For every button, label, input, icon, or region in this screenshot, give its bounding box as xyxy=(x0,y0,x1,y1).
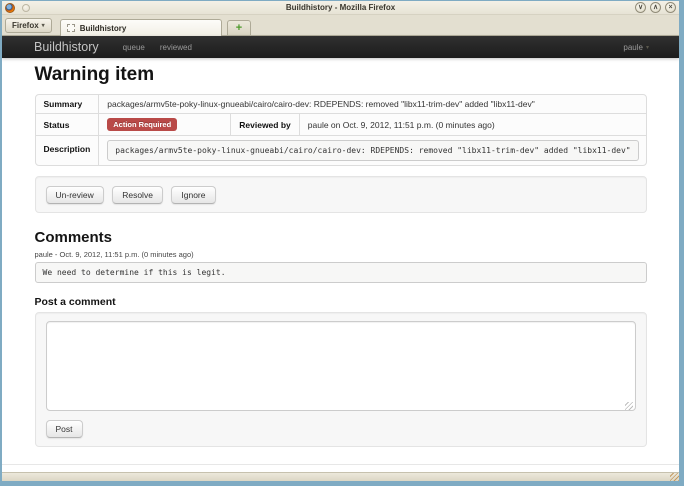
status-label: Status xyxy=(36,114,99,136)
comments-heading: Comments xyxy=(35,229,647,246)
user-menu[interactable]: paule ▾ xyxy=(623,43,649,52)
firefox-menu-button[interactable]: Firefox ▾ xyxy=(5,18,52,33)
reviewed-by-label: Reviewed by xyxy=(231,114,300,136)
status-cell: Action Required xyxy=(99,114,231,136)
footer-divider xyxy=(2,464,679,465)
window-controls: ∨ ∧ × xyxy=(635,2,676,13)
reviewed-by-value: paule on Oct. 9, 2012, 11:51 p.m. (0 min… xyxy=(299,114,646,136)
os-window-frame: Buildhistory - Mozilla Firefox ∨ ∧ × Fir… xyxy=(0,0,684,486)
post-button[interactable]: Post xyxy=(46,420,83,438)
page-content: Warning item Summary packages/armv5te-po… xyxy=(2,58,679,472)
maximize-window-icon[interactable]: ∧ xyxy=(650,2,661,13)
tab-label: Buildhistory xyxy=(80,24,127,33)
summary-label: Summary xyxy=(36,95,99,114)
app-navbar: Buildhistory queue reviewed paule ▾ xyxy=(2,36,679,58)
comment-item: paule - Oct. 9, 2012, 11:51 p.m. (0 minu… xyxy=(35,250,647,283)
description-label: Description xyxy=(36,136,99,166)
firefox-window: Buildhistory - Mozilla Firefox ∨ ∧ × Fir… xyxy=(2,1,679,481)
table-row: Description packages/armv5te-poky-linux-… xyxy=(36,136,647,166)
description-cell: packages/armv5te-poky-linux-gnueabi/cair… xyxy=(99,136,647,166)
resize-handle-icon[interactable] xyxy=(625,402,633,410)
chevron-down-icon: ▾ xyxy=(42,22,45,29)
new-tab-button[interactable]: + xyxy=(227,20,251,35)
navbar-brand[interactable]: Buildhistory xyxy=(34,40,99,54)
chevron-down-icon: ▾ xyxy=(646,44,649,51)
favicon-placeholder-icon xyxy=(67,24,75,32)
table-row: Summary packages/armv5te-poky-linux-gnue… xyxy=(36,95,647,114)
table-row: Status Action Required Reviewed by paule… xyxy=(36,114,647,136)
firefox-menu-label: Firefox xyxy=(12,21,39,30)
shade-window-icon[interactable]: ∨ xyxy=(635,2,646,13)
titlebar[interactable]: Buildhistory - Mozilla Firefox ∨ ∧ × xyxy=(2,1,679,15)
unreview-button[interactable]: Un-review xyxy=(46,186,104,204)
user-name: paule xyxy=(623,43,643,52)
description-value: packages/armv5te-poky-linux-gnueabi/cair… xyxy=(107,140,638,161)
comment-meta: paule - Oct. 9, 2012, 11:51 p.m. (0 minu… xyxy=(35,250,647,259)
window-resize-grip-icon[interactable] xyxy=(670,473,679,481)
page-title: Warning item xyxy=(35,64,647,86)
post-comment-heading: Post a comment xyxy=(35,296,647,308)
resolve-button[interactable]: Resolve xyxy=(112,186,163,204)
summary-value: packages/armv5te-poky-linux-gnueabi/cair… xyxy=(99,95,647,114)
ignore-button[interactable]: Ignore xyxy=(171,186,215,204)
tab-strip: Firefox ▾ Buildhistory + xyxy=(2,15,679,36)
addon-bar xyxy=(2,472,679,481)
post-comment-well: Post xyxy=(35,312,647,447)
window-title: Buildhistory - Mozilla Firefox xyxy=(2,3,679,12)
comment-text: We need to determine if this is legit. xyxy=(35,262,647,283)
actions-well: Un-review Resolve Ignore xyxy=(35,176,647,213)
warning-details-table: Summary packages/armv5te-poky-linux-gnue… xyxy=(35,94,647,166)
close-window-icon[interactable]: × xyxy=(665,2,676,13)
tab-buildhistory[interactable]: Buildhistory xyxy=(60,19,222,36)
nav-link-queue[interactable]: queue xyxy=(123,43,145,52)
status-badge: Action Required xyxy=(107,118,177,131)
comment-input[interactable] xyxy=(46,321,636,411)
nav-link-reviewed[interactable]: reviewed xyxy=(160,43,192,52)
